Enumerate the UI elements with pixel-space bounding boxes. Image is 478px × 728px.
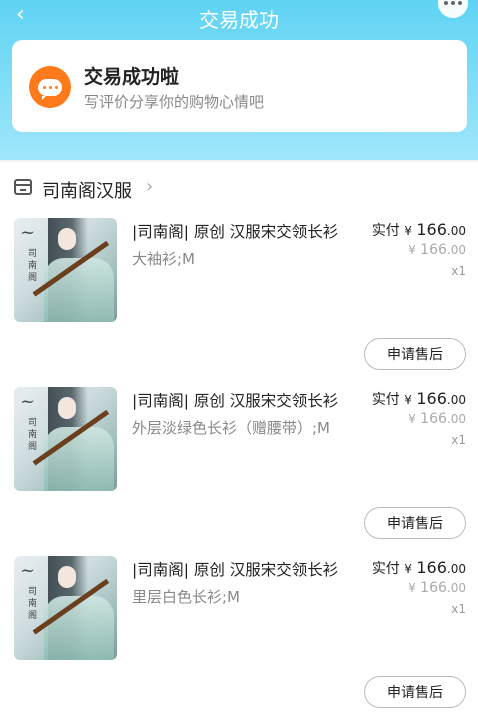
thumbnail-brand-text: 司南阁: [28, 587, 38, 621]
calligraphy-mark-icon: ~: [20, 222, 36, 243]
paid-price: 实付 ¥ 166.00: [371, 220, 466, 239]
order-item: ~ 司南阁 |司南阁| 原创 汉服宋交领长衫 外层淡绿色长衫（赠腰带）;M 实付…: [0, 387, 478, 556]
product-thumbnail[interactable]: ~ 司南阁: [14, 218, 117, 322]
status-title: 交易成功啦: [84, 66, 180, 88]
quantity: x1: [451, 433, 466, 447]
quantity: x1: [451, 264, 466, 278]
status-subtitle: 写评价分享你的购物心情吧: [84, 93, 265, 111]
original-price: ¥ 166.00: [408, 242, 466, 258]
header-bar: ‹ 交易成功 交易成功啦 写评价分享你的购物心情吧: [0, 0, 478, 160]
thumbnail-brand-text: 司南阁: [28, 249, 38, 283]
order-item: ~ 司南阁 |司南阁| 原创 汉服宋交领长衫 里层白色长衫;M 实付 ¥ 166…: [0, 556, 478, 725]
product-sku: 大袖衫;M: [132, 250, 195, 268]
original-price: ¥ 166.00: [408, 580, 466, 596]
thumbnail-brand-text: 司南阁: [28, 418, 38, 452]
status-card[interactable]: 交易成功啦 写评价分享你的购物心情吧: [12, 40, 467, 132]
original-price: ¥ 166.00: [408, 411, 466, 427]
quantity: x1: [451, 602, 466, 616]
shop-name-link[interactable]: 司南阁汉服: [42, 177, 132, 203]
store-icon: [14, 179, 32, 195]
message-bubble-icon: [29, 66, 71, 108]
product-name[interactable]: |司南阁| 原创 汉服宋交领长衫: [132, 220, 338, 242]
after-sales-button[interactable]: 申请售后: [364, 338, 466, 370]
shop-section: 司南阁汉服 › ~ 司南阁 |司南阁| 原创 汉服宋交领长衫 大袖衫;M 实付 …: [0, 162, 478, 728]
chevron-right-icon[interactable]: ›: [146, 176, 153, 197]
after-sales-button[interactable]: 申请售后: [364, 676, 466, 708]
product-thumbnail[interactable]: ~ 司南阁: [14, 556, 117, 660]
after-sales-button[interactable]: 申请售后: [364, 507, 466, 539]
order-item: ~ 司南阁 |司南阁| 原创 汉服宋交领长衫 大袖衫;M 实付 ¥ 166.00…: [0, 218, 478, 387]
product-name[interactable]: |司南阁| 原创 汉服宋交领长衫: [132, 389, 338, 411]
calligraphy-mark-icon: ~: [20, 560, 36, 581]
product-sku: 里层白色长衫;M: [132, 588, 240, 606]
product-name[interactable]: |司南阁| 原创 汉服宋交领长衫: [132, 558, 338, 580]
paid-price: 实付 ¥ 166.00: [371, 558, 466, 577]
calligraphy-mark-icon: ~: [20, 391, 36, 412]
product-thumbnail[interactable]: ~ 司南阁: [14, 387, 117, 491]
product-sku: 外层淡绿色长衫（赠腰带）;M: [132, 419, 330, 437]
paid-price: 实付 ¥ 166.00: [371, 389, 466, 408]
page-title: 交易成功: [199, 8, 279, 32]
